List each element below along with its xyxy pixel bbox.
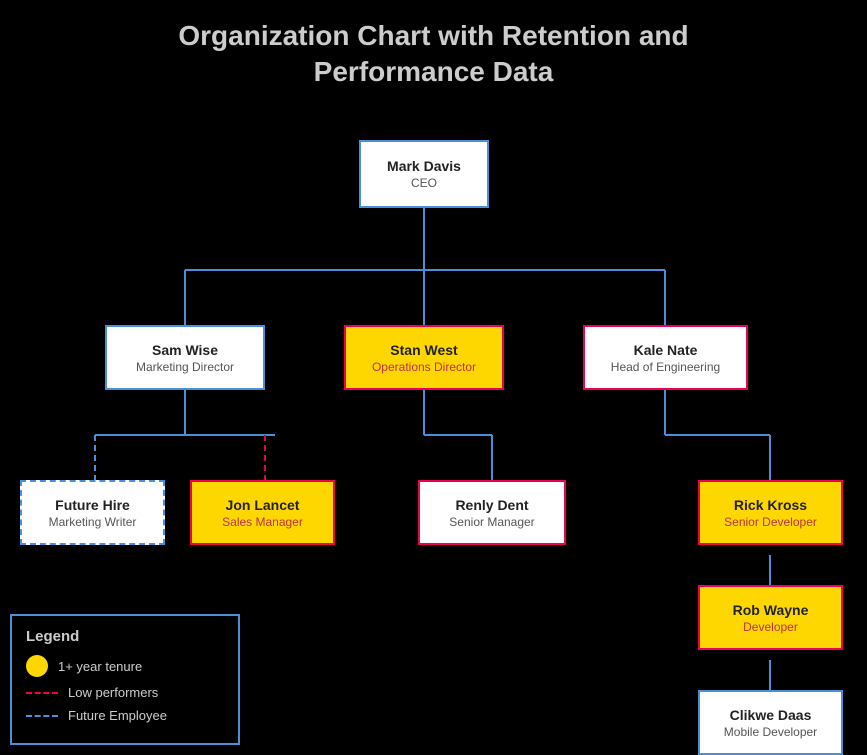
node-rob: Rob Wayne Developer bbox=[698, 585, 843, 650]
legend-title: Legend bbox=[26, 628, 224, 645]
node-stan: Stan West Operations Director bbox=[344, 325, 504, 390]
legend-tenure-label: 1+ year tenure bbox=[58, 659, 142, 674]
legend-low-label: Low performers bbox=[68, 685, 158, 700]
legend: Legend 1+ year tenure Low performers Fut… bbox=[10, 614, 240, 745]
legend-dash-pink-icon bbox=[26, 692, 58, 694]
node-rick: Rick Kross Senior Developer bbox=[698, 480, 843, 545]
node-clikwe: Clikwe Daas Mobile Developer bbox=[698, 690, 843, 755]
node-kale: Kale Nate Head of Engineering bbox=[583, 325, 748, 390]
legend-future-label: Future Employee bbox=[68, 708, 167, 723]
legend-item-low: Low performers bbox=[26, 685, 224, 700]
node-jon: Jon Lancet Sales Manager bbox=[190, 480, 335, 545]
legend-dash-blue-icon bbox=[26, 715, 58, 717]
legend-item-future: Future Employee bbox=[26, 708, 224, 723]
node-future: Future Hire Marketing Writer bbox=[20, 480, 165, 545]
legend-dot-icon bbox=[26, 655, 48, 677]
node-renly: Renly Dent Senior Manager bbox=[418, 480, 566, 545]
node-sam: Sam Wise Marketing Director bbox=[105, 325, 265, 390]
node-mark: Mark Davis CEO bbox=[359, 140, 489, 208]
legend-item-tenure: 1+ year tenure bbox=[26, 655, 224, 677]
chart-title: Organization Chart with Retention and Pe… bbox=[0, 0, 867, 91]
